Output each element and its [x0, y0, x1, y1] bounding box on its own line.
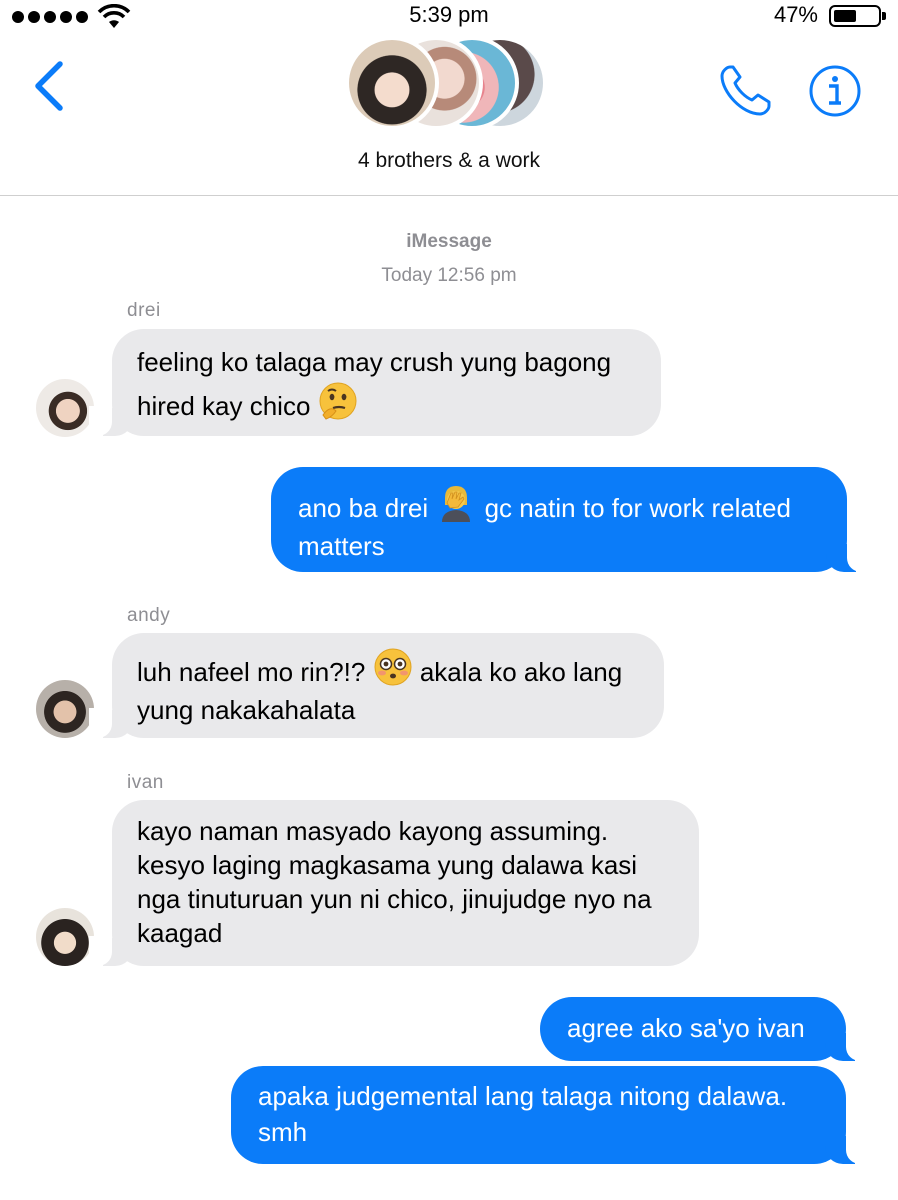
- battery-percentage: 47%: [773, 2, 818, 27]
- clock: 5:39 pm: [409, 2, 489, 27]
- group-member-avatar: [345, 36, 439, 130]
- message-line: kaagad: [137, 918, 223, 948]
- message-line: yung nakakahalata: [137, 695, 356, 725]
- message-line: matters: [298, 531, 385, 561]
- conversation-header: 4 brothers & a work: [0, 34, 898, 196]
- message-line: kesyo laging magkasama yung dalawa kasi: [137, 850, 638, 880]
- status-bar: 5:39 pm 47%: [0, 0, 898, 34]
- message-bubble-incoming[interactable]: luh nafeel mo rin?!? akala ko ako lang y…: [89, 633, 664, 738]
- message-line: kayo naman masyado kayong assuming.: [137, 816, 609, 846]
- message-text: ano ba drei: [298, 493, 429, 523]
- message-text: gc natin to for work related: [484, 493, 791, 523]
- message-line: hired kay chico: [137, 391, 311, 421]
- avatar-andy[interactable]: [36, 680, 94, 738]
- person-facepalming-icon: [442, 486, 471, 522]
- back-chevron-icon[interactable]: [32, 60, 68, 112]
- message-line: agree ako sa'yo ivan: [567, 1013, 805, 1043]
- sender-name: drei: [127, 300, 161, 321]
- message-text: luh nafeel mo rin?!?: [137, 657, 366, 687]
- message-bubble-outgoing[interactable]: apaka judgemental lang talaga nitong dal…: [231, 1066, 869, 1164]
- message-bubble-outgoing[interactable]: agree ako sa'yo ivan: [540, 997, 869, 1061]
- avatar-ivan[interactable]: [36, 908, 94, 966]
- message-line: feeling ko talaga may crush yung bagong: [137, 347, 612, 377]
- message-line: nga tinuturuan yun ni chico, jinujudge n…: [137, 884, 652, 914]
- avatar-drei[interactable]: [36, 379, 94, 437]
- message-line: apaka judgemental lang talaga nitong dal…: [258, 1081, 788, 1111]
- message-bubble-incoming[interactable]: feeling ko talaga may crush yung bagong …: [89, 329, 661, 436]
- service-label: iMessage: [406, 231, 492, 252]
- thinking-face-icon: [319, 382, 357, 420]
- group-avatar-stack[interactable]: [345, 36, 555, 130]
- phone-icon[interactable]: [718, 62, 774, 118]
- message-bubble-incoming[interactable]: kayo naman masyado kayong assuming. kesy…: [89, 800, 699, 966]
- info-icon[interactable]: [808, 64, 862, 118]
- flushed-face-icon: [374, 648, 412, 686]
- sender-name: ivan: [127, 772, 164, 793]
- message-bubble-outgoing[interactable]: ano ba drei gc natin to for work related…: [271, 467, 870, 572]
- sender-name: andy: [127, 605, 171, 626]
- conversation-timestamp: Today 12:56 pm: [381, 265, 517, 286]
- message-text: akala ko ako lang: [419, 657, 623, 687]
- message-line: smh: [258, 1117, 308, 1147]
- battery-icon: [829, 5, 886, 27]
- group-name[interactable]: 4 brothers & a work: [0, 149, 898, 173]
